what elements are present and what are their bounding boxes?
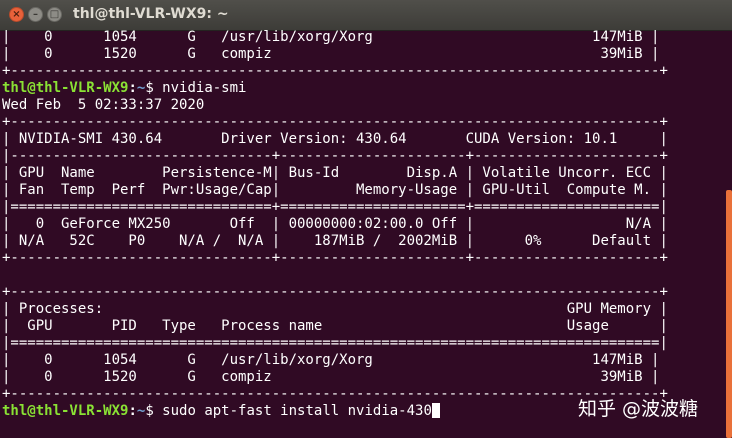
terminal-line: +---------------------------------------… [2,284,668,300]
terminal-line: | Fan Temp Perf Pwr:Usage/Cap| Memory-Us… [2,182,668,198]
terminal-line: | 0 1054 G /usr/lib/xorg/Xorg 147MiB | [2,352,660,368]
prompt-symbol: $ [145,403,163,419]
maximize-button[interactable]: □ [47,7,62,22]
command-input[interactable]: sudo apt-fast install nvidia-430 [162,403,432,419]
terminal-line: | Processes: GPU Memory | [2,301,668,317]
title-bar[interactable]: × – □ thl@thl-VLR-WX9: ~ [0,0,732,31]
minimize-button[interactable]: – [28,7,43,22]
prompt-line: thl@thl-VLR-WX9:~$ nvidia-smi [2,80,246,97]
terminal-line: +-------------------------------+-------… [2,250,668,266]
prompt-user-host: thl@thl-VLR-WX9 [2,80,129,96]
text-cursor [431,403,440,418]
prompt-user-host: thl@thl-VLR-WX9 [2,403,129,419]
command-text: nvidia-smi [162,80,247,96]
terminal-line: | GPU Name Persistence-M| Bus-Id Disp.A … [2,165,668,181]
terminal-line: +---------------------------------------… [2,114,668,130]
prompt-line[interactable]: thl@thl-VLR-WX9:~$ sudo apt-fast install… [2,403,440,420]
terminal-line: | 0 1054 G /usr/lib/xorg/Xorg 147MiB | [2,29,660,45]
window-title: thl@thl-VLR-WX9: ~ [73,6,229,22]
terminal-line: | 0 1520 G compiz 39MiB | [2,369,660,385]
terminal-line: |-------------------------------+-------… [2,148,668,164]
prompt-colon: : [128,80,137,96]
terminal-output[interactable]: | 0 1054 G /usr/lib/xorg/Xorg 147MiB | |… [2,29,714,438]
terminal-line: |===============================+=======… [2,199,668,215]
terminal-line: | N/A 52C P0 N/A / N/A | 187MiB / 2002Mi… [2,233,668,249]
terminal-line: | GPU PID Type Process name Usage | [2,318,668,334]
watermark: 知乎 @波波糖 [578,398,699,420]
scrollbar[interactable] [726,190,732,438]
terminal-line: | 0 GeForce MX250 Off | 00000000:02:00.0… [2,216,668,232]
close-button[interactable]: × [9,7,24,22]
terminal-line: +---------------------------------------… [2,63,668,79]
terminal-line: | 0 1520 G compiz 39MiB | [2,46,660,62]
terminal-line: |=======================================… [2,335,668,351]
terminal-line: Wed Feb 5 02:33:37 2020 [2,97,205,113]
prompt-colon: : [128,403,137,419]
prompt-symbol: $ [145,80,163,96]
terminal-line: +---------------------------------------… [2,386,668,402]
terminal-line: | NVIDIA-SMI 430.64 Driver Version: 430.… [2,131,668,147]
terminal-window: × – □ thl@thl-VLR-WX9: ~ | 0 1054 G /usr… [0,0,732,438]
